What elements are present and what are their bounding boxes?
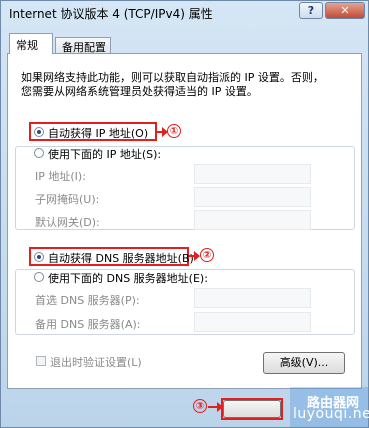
alternate-dns-field[interactable] [194,312,311,332]
auto-dns-radio[interactable] [34,252,44,262]
preferred-dns-field[interactable] [194,288,311,308]
marker-2: ② [200,248,214,262]
manual-dns-radio[interactable] [34,272,44,282]
ipv4-properties-dialog: Internet 协议版本 4 (TCP/IPv4) 属性 ? ✕ 常规 备用配… [0,0,369,428]
validate-on-exit-label: 退出时验证设置(L) [50,356,142,369]
subnet-mask-label: 子网掩码(U): [35,193,100,206]
ok-button[interactable] [223,400,281,418]
tab-alternate-config[interactable]: 备用配置 [55,37,111,54]
ip-address-label: IP 地址(I): [35,170,86,183]
auto-dns-label: 自动获得 DNS 服务器地址(B) [48,252,194,265]
help-button[interactable]: ? [299,2,323,19]
close-button[interactable]: ✕ [325,2,365,19]
subnet-mask-field[interactable] [194,187,311,207]
auto-ip-radio[interactable] [34,127,44,137]
window-title: Internet 协议版本 4 (TCP/IPv4) 属性 [9,7,213,21]
title-bar: Internet 协议版本 4 (TCP/IPv4) 属性 ? ✕ [1,1,369,25]
arrow-1 [157,127,168,137]
manual-ip-label: 使用下面的 IP 地址(S): [48,148,162,161]
validate-on-exit-checkbox[interactable] [36,356,46,366]
marker-3: ③ [193,399,207,413]
default-gateway-field[interactable] [194,210,311,230]
marker-1: ① [167,124,181,138]
description-line-2: 您需要从网络系统管理员处获得适当的 IP 设置。 [21,85,258,98]
advanced-button[interactable]: 高级(V)... [263,352,345,374]
ip-address-field[interactable] [194,164,311,184]
default-gateway-label: 默认网关(D): [35,216,100,229]
watermark-line-2: luyouqi.net [293,406,369,422]
manual-dns-label: 使用下面的 DNS 服务器地址(E): [48,272,208,285]
preferred-dns-label: 首选 DNS 服务器(P): [35,294,140,307]
manual-ip-radio[interactable] [34,148,44,158]
tab-general[interactable]: 常规 [9,33,53,54]
alternate-dns-label: 备用 DNS 服务器(A): [35,318,141,331]
auto-ip-label: 自动获得 IP 地址(O) [48,127,149,140]
arrow-3 [208,402,223,412]
arrow-2 [189,251,200,261]
